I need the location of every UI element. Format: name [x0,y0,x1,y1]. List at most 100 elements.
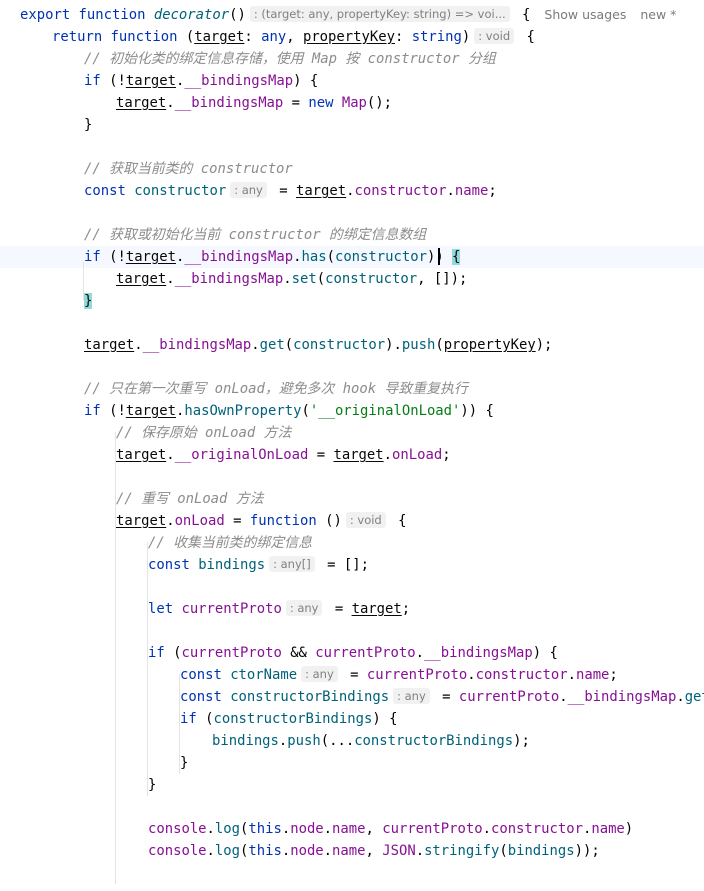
code-token: new [308,95,342,111]
code-line[interactable] [0,356,704,378]
code-token: ; [488,183,497,199]
inlay-type-hint: : void [474,28,515,44]
code-comment: // 获取或初始化当前 constructor 的绑定信息数组 [84,227,427,243]
code-comment: // 收集当前类的绑定信息 [148,535,312,551]
code-token: const [180,689,231,705]
code-line[interactable]: // 获取当前类的 constructor [0,158,704,180]
code-token: target [84,337,135,353]
code-token: ( [326,249,335,265]
code-token: . [283,271,292,287]
code-token: target [194,29,245,45]
code-line[interactable] [0,202,704,224]
code-token: . [446,183,455,199]
code-token: __bindingsMap [174,271,284,287]
code-token: (! [109,73,126,89]
code-line[interactable]: target.__bindingsMap.get(constructor).pu… [0,334,704,356]
code-line[interactable]: if (!target.__bindingsMap) { [0,70,704,92]
code-line[interactable]: const constructor: any = target.construc… [0,180,704,202]
code-token: console [148,821,207,837]
code-line[interactable]: target.__originalOnLoad = target.onLoad; [0,444,704,466]
code-line[interactable]: if (currentProto && currentProto.__bindi… [0,642,704,664]
code-token: bindings [212,733,279,749]
code-token: ) { [532,645,558,661]
text-cursor [438,248,440,265]
code-line[interactable]: // 重写 onLoad 方法 [0,488,704,510]
inlay-type-hint: : any [301,666,338,682]
code-line[interactable]: const constructorBindings: any = current… [0,686,704,708]
code-token: constructor [134,183,227,199]
matched-brace: { [452,249,461,265]
code-line[interactable]: const bindings: any[] = []; [0,554,704,576]
code-token: const [180,667,231,683]
code-editor[interactable]: export function decorator(): (target: an… [0,0,704,891]
code-token: = [326,601,352,617]
code-token: . [415,843,425,859]
code-token: . [415,645,425,661]
code-line[interactable]: bindings.push(...constructorBindings); [0,730,704,752]
indent-guide [115,432,116,884]
code-line[interactable] [0,466,704,488]
code-comment: // 获取当前类的 constructor [84,161,293,177]
code-token: , []); [417,271,468,287]
code-token: { [513,7,531,23]
code-line[interactable] [0,620,704,642]
code-token: let [148,601,182,617]
code-line[interactable]: target.onLoad = function (): void { [0,510,704,532]
code-token: push [401,337,436,353]
code-token: = [433,689,459,705]
code-line[interactable]: } [0,774,704,796]
code-token: ) { [293,73,319,89]
code-line[interactable]: if (constructorBindings) { [0,708,704,730]
code-line[interactable] [0,312,704,334]
code-token: ; [442,447,451,463]
code-token: stringify [424,843,500,859]
code-line[interactable]: const ctorName: any = currentProto.const… [0,664,704,686]
code-token: if [180,711,206,727]
code-token: constructor [334,249,427,265]
code-token: decorator [153,7,230,23]
code-token: set [291,271,317,287]
code-token: . [323,843,333,859]
code-line[interactable]: } [0,752,704,774]
code-token: . [559,689,568,705]
code-token: __bindingsMap [567,689,677,705]
code-comment: // 重写 onLoad 方法 [116,491,264,507]
code-token: node [290,821,324,837]
code-line[interactable]: target.__bindingsMap = new Map(); [0,92,704,114]
code-token: ; [401,601,411,617]
code-line[interactable]: // 收集当前类的绑定信息 [0,532,704,554]
code-line[interactable] [0,576,704,598]
code-token: name [332,843,366,859]
code-line[interactable]: if (!target.hasOwnProperty('__originalOn… [0,400,704,422]
code-line[interactable]: } [0,290,704,312]
code-token: bindings [507,843,575,859]
indent-guide [179,674,180,774]
code-line[interactable]: target.__bindingsMap.set(constructor, []… [0,268,704,290]
code-token: . [166,271,175,287]
code-line[interactable]: if (!target.__bindingsMap.has(constructo… [0,246,704,268]
code-line[interactable] [0,796,704,818]
code-token: function [78,7,154,23]
code-token: console [148,843,207,859]
code-line[interactable]: } [0,114,704,136]
code-token: , [286,29,303,45]
code-token: target [116,95,167,111]
code-line[interactable]: let currentProto: any = target; [0,598,704,620]
code-token: push [287,733,321,749]
code-line[interactable]: console.log(this.node.name, currentProto… [0,818,704,840]
code-line[interactable]: // 只在第一次重写 onLoad，避免多次 hook 导致重复执行 [0,378,704,400]
code-token: (); [366,95,393,111]
code-line[interactable]: console.log(this.node.name, JSON.stringi… [0,840,704,862]
code-line[interactable] [0,136,704,158]
code-comment: // 保存原始 onLoad 方法 [116,425,292,441]
code-token: __bindingsMap [184,249,294,265]
show-usages-link[interactable]: Show usages [544,4,626,26]
code-line[interactable]: // 初始化类的绑定信息存储，使用 Map 按 constructor 分组 [0,48,704,70]
code-token: function [249,513,326,529]
code-line[interactable]: export function decorator(): (target: an… [0,4,704,26]
code-line[interactable]: return function (target: any, propertyKe… [0,26,704,48]
code-line[interactable]: // 获取或初始化当前 constructor 的绑定信息数组 [0,224,704,246]
inlay-type-hint: : any [393,688,430,704]
code-token: . [281,843,291,859]
code-line[interactable]: // 保存原始 onLoad 方法 [0,422,704,444]
